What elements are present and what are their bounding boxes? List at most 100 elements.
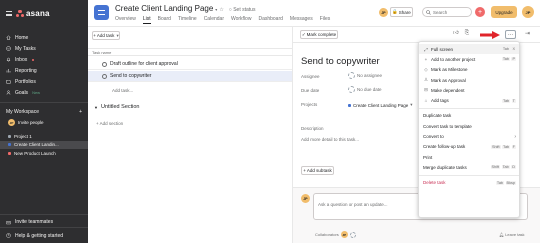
chevron-down-icon[interactable]: ▼	[94, 105, 98, 110]
complete-checkbox-icon[interactable]	[102, 61, 107, 67]
avatar: JP	[8, 119, 15, 126]
sidebar-item-inbox[interactable]: Inbox	[0, 54, 88, 65]
chart-icon	[6, 69, 11, 73]
due-date-label: Due date	[301, 88, 320, 93]
attachment-icon[interactable]: ⎘	[465, 30, 469, 37]
task-title[interactable]: Send to copywriter	[301, 56, 380, 67]
description-input[interactable]: Add more detail to this task...	[301, 137, 359, 142]
sidebar-header: asana	[0, 0, 88, 27]
section-header[interactable]: ▼ Untitled Section	[94, 104, 140, 110]
chevron-down-icon[interactable]: ▾	[215, 7, 217, 12]
column-header-task-name[interactable]: Task name	[88, 48, 292, 56]
task-list: + Add task ▾ Task name Draft outline for…	[88, 27, 292, 243]
chevron-down-icon[interactable]: ▾	[410, 102, 412, 108]
tab-calendar[interactable]: Calendar	[204, 16, 224, 24]
like-icon[interactable]: 👍︎	[453, 30, 459, 37]
divider	[419, 107, 519, 109]
sidebar-item-goals[interactable]: Goals New	[0, 87, 88, 98]
create-button[interactable]: +	[475, 7, 485, 17]
tab-board[interactable]: Board	[158, 16, 171, 24]
add-task-inline[interactable]: Add task...	[112, 88, 133, 93]
sidebar-item-reporting[interactable]: Reporting	[0, 65, 88, 76]
tab-messages[interactable]: Messages	[290, 16, 313, 24]
menu-item-mark-as-milestone[interactable]: ◇ Mark as Milestone	[419, 65, 519, 75]
due-date-field[interactable]: No due date	[348, 86, 382, 93]
task-name[interactable]: Draft outline for client approval	[110, 61, 178, 67]
collaborator-avatar[interactable]: JP	[340, 231, 348, 238]
set-status-button[interactable]: ○ Set status	[229, 7, 256, 13]
invite-teammates-button[interactable]: Invite teammates	[0, 215, 88, 227]
add-subtask-button[interactable]: + Add subtask	[301, 166, 334, 175]
sidebar-project-project-1[interactable]: Project 1	[0, 132, 88, 141]
upgrade-button[interactable]: Upgrade	[491, 6, 517, 18]
sidebar-project-new-product-launch[interactable]: New Product Launch	[0, 149, 88, 158]
menu-item-convert-to[interactable]: Convert to ›	[419, 131, 519, 141]
invite-people-label: Invite people	[18, 120, 44, 125]
mark-complete-label: Mark complete	[306, 32, 337, 37]
plus-icon: +	[424, 56, 428, 62]
invite-people-row[interactable]: JP Invite people	[0, 117, 88, 128]
menu-item-mark-as-approval[interactable]: ♙ Mark as Approval	[419, 75, 519, 85]
sidebar-item-portfolios[interactable]: Portfolios	[0, 76, 88, 87]
sidebar-item-label: My Tasks	[15, 45, 36, 52]
tab-files[interactable]: Files	[320, 16, 331, 24]
sidebar-project-create-client-landing[interactable]: Create Client Landin...	[0, 140, 88, 149]
menu-item-full-screen[interactable]: ⤢ Full screen Tab X	[419, 44, 519, 55]
shortcut-key: F	[511, 144, 516, 149]
user-avatar[interactable]: JP	[522, 6, 534, 18]
plus-icon: +	[477, 8, 483, 16]
add-section-button[interactable]: + Add section	[96, 121, 123, 126]
leave-task-button[interactable]: 🔔︎ Leave task	[499, 232, 525, 237]
close-pane-icon[interactable]: ⇥	[525, 30, 530, 37]
project-color-dot	[8, 143, 11, 147]
sidebar-item-home[interactable]: Home	[0, 32, 88, 43]
workspace-header[interactable]: My Workspace +	[0, 107, 88, 117]
star-icon[interactable]: ☆	[219, 7, 223, 13]
task-row-selected[interactable]: Send to copywriter	[88, 71, 292, 82]
menu-item-add-to-another-project[interactable]: + Add to another project Tab P	[419, 54, 519, 64]
sidebar-item-label: Reporting	[15, 67, 37, 74]
menu-item-print[interactable]: Print	[419, 152, 519, 162]
description-label: Description	[301, 126, 324, 131]
menu-item-duplicate-task[interactable]: Duplicate task	[419, 111, 519, 121]
menu-item-convert-to-template[interactable]: Convert task to template	[419, 121, 519, 131]
shortcut-key: Tab	[502, 144, 511, 149]
task-row[interactable]: Draft outline for client approval	[88, 59, 292, 70]
tab-overview[interactable]: Overview	[115, 16, 136, 24]
member-avatar[interactable]: JP	[379, 8, 388, 17]
project-title[interactable]: Create Client Landing Page	[115, 4, 213, 13]
dependent-icon: ⊟	[424, 87, 428, 93]
expand-icon: ⤢	[424, 46, 428, 52]
add-task-button[interactable]: + Add task ▾	[92, 31, 120, 40]
hamburger-menu-icon[interactable]	[6, 11, 12, 16]
asana-logo[interactable]: asana	[16, 9, 50, 18]
help-button[interactable]: Help & getting started	[0, 228, 88, 243]
tab-timeline[interactable]: Timeline	[178, 16, 197, 24]
menu-item-delete-task[interactable]: Delete task Tab Bksp	[419, 178, 519, 188]
mark-complete-button[interactable]: ✓ Mark complete	[300, 30, 338, 39]
menu-item-merge-duplicate-tasks[interactable]: Merge duplicate tasks Shift Tab D	[419, 162, 519, 172]
menu-item-add-tags[interactable]: ⌂ Add tags Tab T	[419, 95, 519, 105]
task-name[interactable]: Send to copywriter	[110, 73, 151, 79]
add-icon[interactable]: +	[79, 109, 82, 115]
more-actions-button[interactable]: ···	[505, 30, 516, 39]
project-color-dot	[8, 134, 11, 138]
chevron-down-icon[interactable]: ▾	[116, 33, 118, 39]
projects-value: Create Client Landing Page	[353, 102, 409, 108]
menu-item-create-follow-up-task[interactable]: Create follow-up task Shift Tab F	[419, 142, 519, 152]
red-arrow-annotation-icon	[480, 31, 500, 39]
menu-item-make-dependent[interactable]: ⊟ Make dependent	[419, 85, 519, 95]
add-collaborator-icon[interactable]	[349, 231, 356, 238]
complete-checkbox-icon[interactable]	[102, 73, 107, 79]
project-header: Create Client Landing Page ▾ ☆ ○ Set status…	[88, 0, 540, 27]
tab-dashboard[interactable]: Dashboard	[258, 16, 282, 24]
search-input[interactable]: Search	[422, 7, 472, 17]
tab-workflow[interactable]: Workflow	[231, 16, 251, 24]
section-title[interactable]: Untitled Section	[101, 104, 140, 110]
add-task-label: + Add task	[93, 33, 115, 38]
sidebar-item-my-tasks[interactable]: My Tasks	[0, 43, 88, 54]
tab-list[interactable]: List	[142, 16, 151, 24]
assignee-field[interactable]: No assignee	[348, 72, 382, 79]
share-button[interactable]: 🔒 Share	[390, 7, 413, 17]
projects-field[interactable]: Create Client Landing Page ▾	[348, 102, 413, 108]
